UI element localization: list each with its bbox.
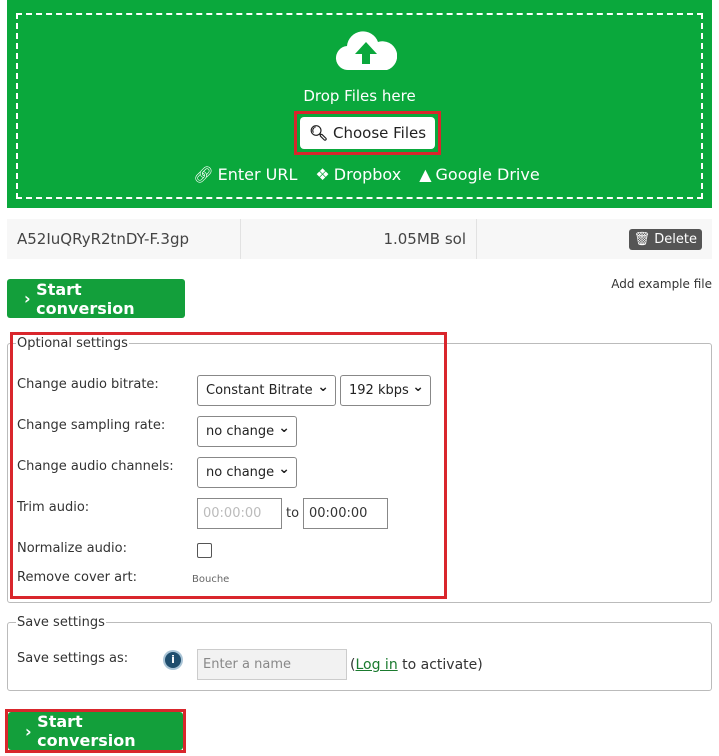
delete-button[interactable]: 🗑︎ Delete (628, 229, 702, 250)
drop-files-text: Drop Files here (303, 87, 416, 105)
save-settings-label: Save settings as: (17, 651, 129, 666)
search-icon: 🔍︎ (308, 124, 328, 142)
choose-files-button[interactable]: 🔍︎ Choose Files (300, 117, 435, 149)
dropbox-link[interactable]: ❖ Dropbox (315, 165, 401, 184)
file-size: 1.05MB sol (241, 219, 477, 259)
trash-icon: 🗑︎ (633, 232, 651, 247)
cover-art-value: Bouche (192, 574, 230, 585)
start-conversion-button-bottom[interactable]: › Start conversion (8, 712, 183, 750)
normalize-label: Normalize audio: (17, 541, 128, 556)
file-name: A52IuQRyR2tnDY-F.3gp (7, 219, 241, 259)
add-example-file-link[interactable]: Add example file (611, 277, 712, 291)
sampling-rate-select[interactable]: no change (197, 416, 297, 447)
trim-label: Trim audio: (17, 500, 90, 515)
google-drive-icon: ▲ (419, 165, 432, 184)
start-conversion-button[interactable]: › Start conversion (7, 279, 185, 318)
normalize-checkbox[interactable] (197, 543, 212, 558)
bitrate-value-select[interactable]: 192 kbps (340, 375, 431, 406)
cloud-upload-icon (336, 31, 397, 71)
save-settings-legend: Save settings (17, 615, 105, 630)
trim-to-label: to (286, 506, 300, 521)
login-link[interactable]: Log in (355, 657, 397, 673)
cover-art-label: Remove cover art: (17, 570, 137, 585)
bitrate-label: Change audio bitrate: (17, 377, 159, 392)
login-note: (Log in to activate) (350, 657, 483, 673)
info-icon[interactable]: i (165, 652, 181, 668)
file-drop-zone[interactable]: Drop Files here 🔍︎ Choose Files 🔗︎ Enter U… (7, 0, 712, 208)
enter-url-link[interactable]: 🔗︎ Enter URL (193, 165, 297, 184)
dropbox-icon: ❖ (315, 165, 330, 184)
chevron-right-icon: › (24, 289, 37, 308)
google-drive-link[interactable]: ▲ Google Drive (419, 165, 539, 184)
highlight-box: 🔍︎ Choose Files (294, 111, 441, 155)
settings-name-input[interactable]: Enter a name (197, 649, 347, 680)
link-icon: 🔗︎ (193, 165, 214, 184)
trim-to-input[interactable]: 00:00:00 (303, 498, 388, 529)
trim-from-input[interactable]: 00:00:00 (197, 498, 282, 529)
channels-label: Change audio channels: (17, 459, 174, 474)
audio-channels-select[interactable]: no change (197, 457, 297, 488)
bitrate-mode-select[interactable]: Constant Bitrate (197, 375, 336, 406)
file-row: A52IuQRyR2tnDY-F.3gp 1.05MB sol 🗑︎ Delet… (7, 219, 712, 259)
chevron-right-icon: › (25, 721, 38, 741)
sampling-label: Change sampling rate: (17, 418, 166, 433)
